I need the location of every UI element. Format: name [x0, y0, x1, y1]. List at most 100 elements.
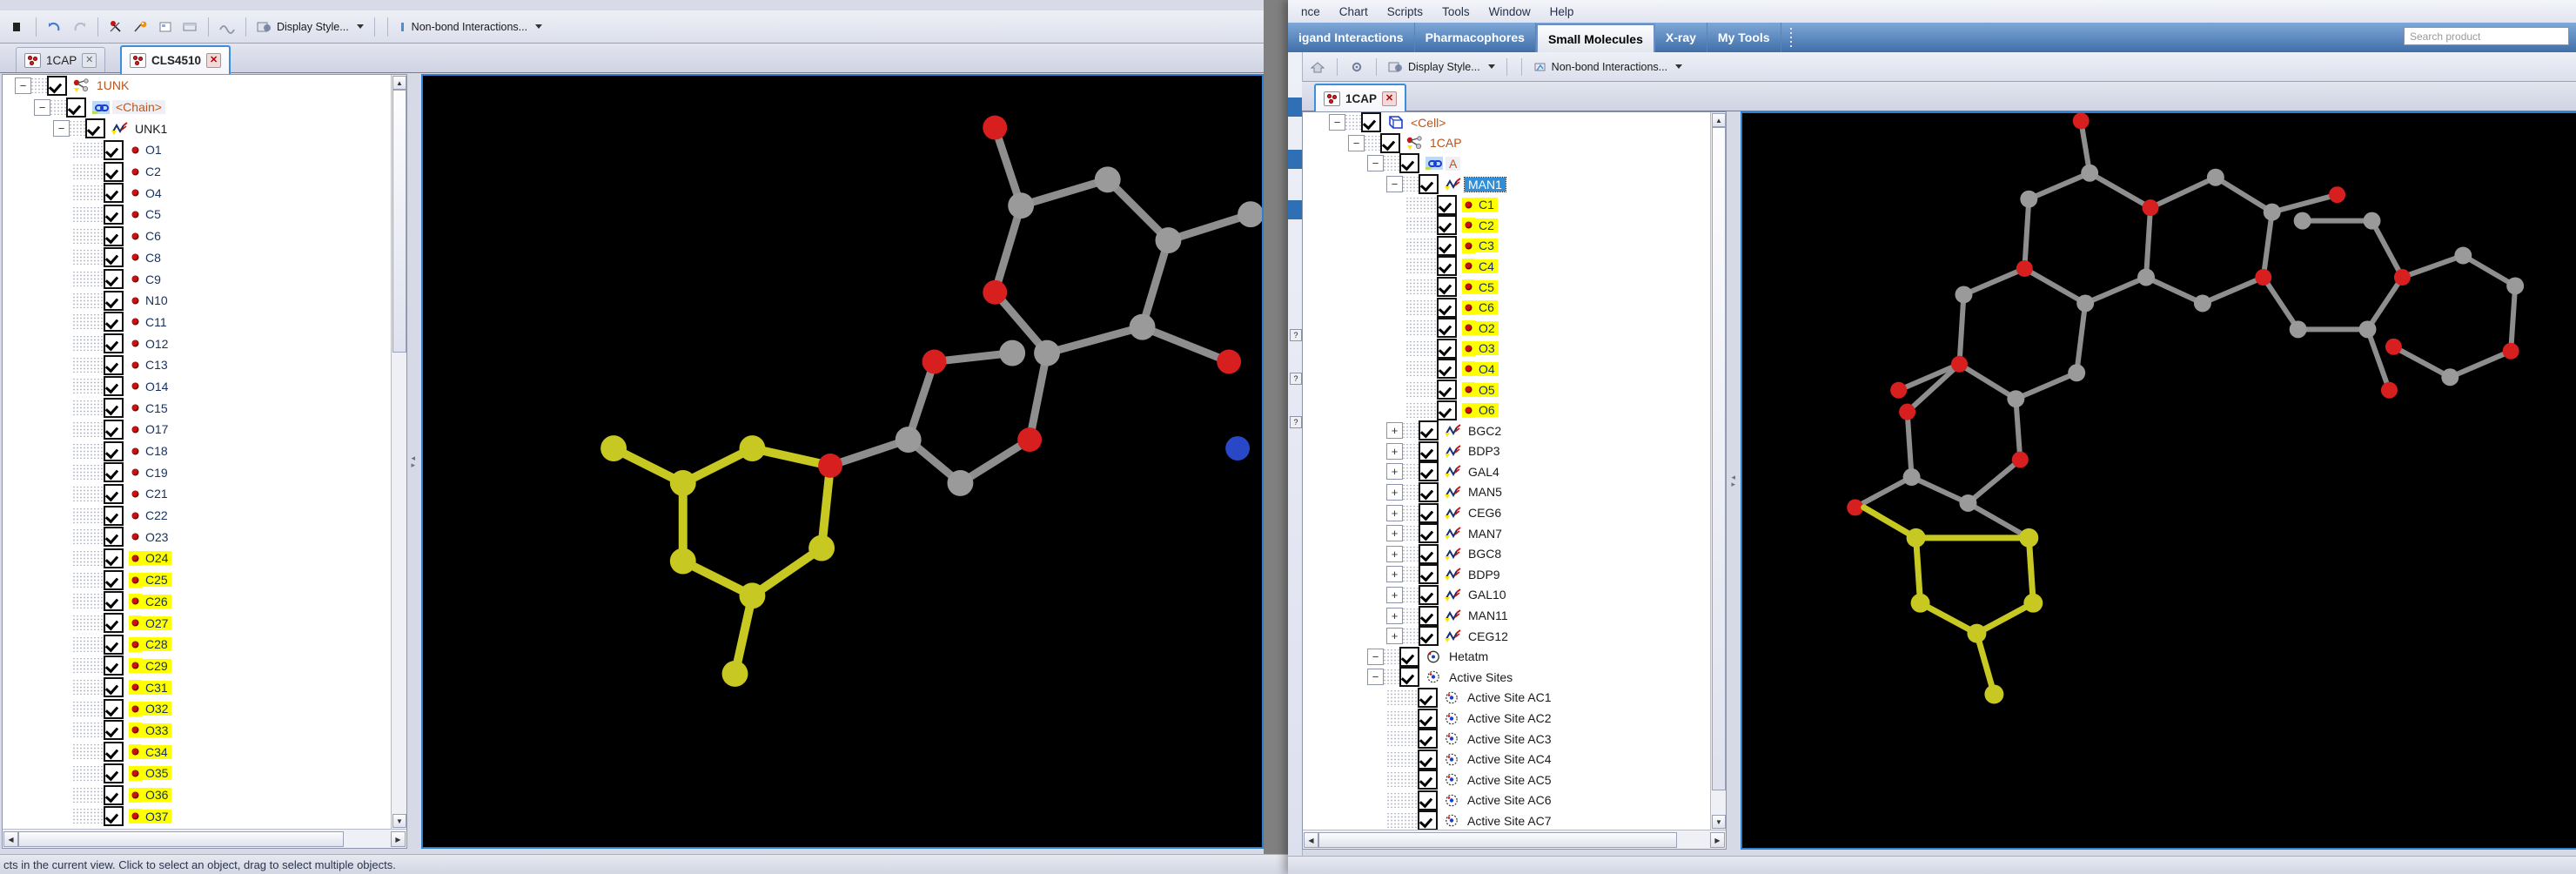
tree-node-row[interactable]: + BGC2: [1303, 420, 1711, 441]
tree-atom-row[interactable]: C26: [3, 591, 392, 613]
collapse-icon[interactable]: −: [1386, 176, 1403, 193]
visibility-checkbox[interactable]: [104, 204, 124, 225]
tree-node-row[interactable]: + CEG6: [1303, 502, 1711, 523]
visibility-checkbox[interactable]: [104, 806, 124, 827]
visibility-checkbox[interactable]: [104, 677, 124, 698]
menu-item-help[interactable]: Help: [1540, 5, 1584, 18]
visibility-checkbox[interactable]: [1419, 523, 1439, 544]
visibility-checkbox[interactable]: [1418, 687, 1438, 708]
ribbon-tab-small-molecules[interactable]: Small Molecules: [1535, 24, 1655, 52]
visibility-checkbox[interactable]: [104, 698, 124, 719]
tree-atom-row[interactable]: O5: [1303, 380, 1711, 400]
visibility-checkbox[interactable]: [104, 333, 124, 354]
tree-node-row[interactable]: − <Chain>: [3, 97, 392, 118]
tree-node-row[interactable]: Active Site AC7: [1303, 810, 1711, 830]
visibility-checkbox[interactable]: [104, 312, 124, 333]
menu-item-nce[interactable]: nce: [1291, 5, 1330, 18]
expand-icon[interactable]: +: [1386, 628, 1403, 645]
nonbond-interactions-dropdown[interactable]: Non-bond Interactions...: [394, 16, 547, 38]
tree-atom-row[interactable]: C4: [1303, 256, 1711, 277]
document-tab-1cap[interactable]: 1CAP ✕: [1314, 84, 1407, 112]
expand-icon[interactable]: +: [1386, 566, 1403, 583]
visibility-checkbox[interactable]: [104, 763, 124, 783]
help-badge-icon[interactable]: ?: [1290, 329, 1302, 341]
stop-icon[interactable]: [5, 15, 30, 39]
collapse-icon[interactable]: −: [1348, 134, 1365, 151]
visibility-checkbox[interactable]: [104, 269, 124, 290]
expand-icon[interactable]: +: [1386, 607, 1403, 624]
tree-atom-row[interactable]: O4: [3, 182, 392, 204]
visibility-checkbox[interactable]: [85, 118, 105, 139]
visibility-checkbox[interactable]: [104, 505, 124, 526]
close-icon[interactable]: ✕: [82, 52, 97, 68]
home-icon[interactable]: [1305, 55, 1330, 79]
visibility-checkbox[interactable]: [1437, 359, 1457, 380]
tree-node-row[interactable]: + BDP3: [1303, 440, 1711, 462]
nonbond-interactions-dropdown[interactable]: Non-bond Interactions...: [1529, 56, 1687, 78]
expand-icon[interactable]: +: [1386, 545, 1403, 562]
visibility-checkbox[interactable]: [1437, 318, 1457, 339]
expand-icon[interactable]: +: [1386, 483, 1403, 501]
tree-atom-row[interactable]: O17: [3, 419, 392, 440]
visibility-checkbox[interactable]: [1419, 481, 1439, 502]
tree-atom-row[interactable]: O6: [1303, 400, 1711, 420]
tree-atom-row[interactable]: O35: [3, 763, 392, 784]
tree-node-row[interactable]: Active Site AC1: [1303, 687, 1711, 709]
visibility-checkbox[interactable]: [104, 290, 124, 311]
visibility-checkbox[interactable]: [104, 720, 124, 741]
gear-icon[interactable]: [1345, 55, 1369, 79]
collapse-icon[interactable]: −: [15, 77, 31, 94]
chevron-down-icon[interactable]: [1675, 64, 1683, 69]
visibility-checkbox[interactable]: [104, 784, 124, 805]
visibility-checkbox[interactable]: [104, 462, 124, 483]
ribbon-icon[interactable]: [215, 15, 239, 39]
right-3d-viewport[interactable]: [1741, 111, 2576, 850]
tree-atom-row[interactable]: C28: [3, 634, 392, 656]
visibility-checkbox[interactable]: [1419, 461, 1439, 482]
visibility-checkbox[interactable]: [66, 97, 86, 118]
visibility-checkbox[interactable]: [104, 483, 124, 504]
visibility-checkbox[interactable]: [1419, 605, 1439, 626]
tree-atom-row[interactable]: O27: [3, 612, 392, 634]
visibility-checkbox[interactable]: [1418, 790, 1438, 810]
tree-atom-row[interactable]: C11: [3, 312, 392, 333]
right-splitter[interactable]: ◂ ▸: [1727, 111, 1740, 850]
tree-atom-row[interactable]: C8: [3, 247, 392, 269]
scroll-right-icon[interactable]: ▶: [1710, 832, 1725, 848]
visibility-checkbox[interactable]: [104, 183, 124, 204]
scroll-left-icon[interactable]: ◀: [3, 831, 18, 847]
visibility-checkbox[interactable]: [104, 354, 124, 375]
tree-atom-row[interactable]: C2: [1303, 215, 1711, 236]
visibility-checkbox[interactable]: [104, 419, 124, 440]
tree-atom-row[interactable]: O3: [1303, 338, 1711, 360]
visibility-checkbox[interactable]: [1437, 400, 1457, 420]
document-tab-cls4510[interactable]: CLS4510 ✕: [120, 45, 231, 74]
scroll-thumb[interactable]: [1318, 832, 1677, 848]
left-splitter[interactable]: ◂ ▸: [407, 74, 419, 849]
tree-atom-row[interactable]: C6: [3, 225, 392, 247]
ribbon-tab-pharmacophores[interactable]: Pharmacophores: [1415, 23, 1536, 52]
collapse-icon[interactable]: −: [1329, 114, 1345, 131]
tree-atom-row[interactable]: O36: [3, 784, 392, 806]
tree-node-row[interactable]: Active Site AC6: [1303, 790, 1711, 811]
tree-atom-row[interactable]: C34: [3, 741, 392, 763]
chevron-down-icon[interactable]: [535, 24, 543, 29]
visibility-checkbox[interactable]: [47, 75, 67, 96]
display-style-dropdown[interactable]: Display Style...: [252, 16, 368, 38]
collapse-icon[interactable]: −: [1367, 648, 1384, 665]
visibility-checkbox[interactable]: [1437, 215, 1457, 236]
chevron-down-icon[interactable]: [356, 24, 364, 29]
display-style-dropdown[interactable]: Display Style...: [1384, 56, 1499, 78]
scroll-right-icon[interactable]: ▶: [391, 831, 406, 847]
image-icon[interactable]: [153, 15, 178, 39]
tree-atom-row[interactable]: O32: [3, 698, 392, 720]
tree-node-row[interactable]: + MAN5: [1303, 481, 1711, 503]
close-icon[interactable]: ✕: [206, 53, 222, 68]
tree-node-row[interactable]: − Active Sites: [1303, 667, 1711, 688]
scroll-thumb[interactable]: [18, 831, 344, 847]
search-input[interactable]: Search product: [2404, 27, 2569, 45]
expand-icon[interactable]: +: [1386, 525, 1403, 542]
visibility-checkbox[interactable]: [1419, 564, 1439, 585]
tree-node-row[interactable]: − UNK1: [3, 118, 392, 139]
ribbon-tab-ligand-interactions[interactable]: igand Interactions: [1288, 23, 1415, 52]
